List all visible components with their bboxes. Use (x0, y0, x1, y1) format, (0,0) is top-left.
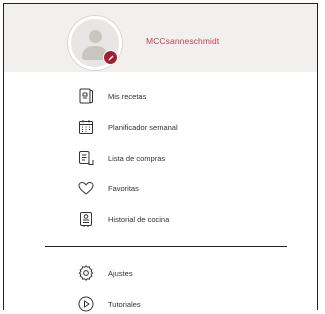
menu-item-label: Tutoriales (108, 299, 141, 309)
calendar-icon (76, 117, 96, 137)
menu-divider (45, 246, 287, 247)
menu-item-label: Mis recetas (108, 91, 147, 101)
username: MCCsanneschmidt (146, 36, 220, 46)
menu-item-lista-de-compras[interactable]: Lista de compras (76, 148, 306, 168)
play-icon (76, 294, 96, 314)
menu-item-label: Historial de cocina (108, 214, 170, 224)
menu-item-planificador-semanal[interactable]: Planificador semanal (76, 117, 306, 137)
gear-icon (76, 263, 96, 283)
heart-icon (76, 178, 96, 198)
edit-avatar-button[interactable] (103, 50, 118, 65)
menu-item-tutoriales[interactable]: Tutoriales (76, 294, 306, 314)
menu-item-mis-recetas[interactable]: Mis recetas (76, 86, 306, 106)
menu-item-label: Ajustes (108, 268, 133, 278)
pencil-icon (108, 55, 113, 60)
menu-item-label: Planificador semanal (108, 122, 178, 132)
menu-item-ajustes[interactable]: Ajustes (76, 263, 306, 283)
menu-item-favoritas[interactable]: Favoritas (76, 178, 306, 198)
menu-item-label: Favoritas (108, 183, 139, 193)
avatar-head (89, 30, 102, 43)
profile-header: MCCsanneschmidt (4, 4, 317, 72)
shopping-list-icon (76, 148, 96, 168)
menu-item-label: Lista de compras (108, 153, 166, 163)
recipe-book-icon (76, 86, 96, 106)
cooking-history-icon (76, 209, 96, 229)
menu-item-historial-de-cocina[interactable]: Historial de cocina (76, 209, 306, 229)
